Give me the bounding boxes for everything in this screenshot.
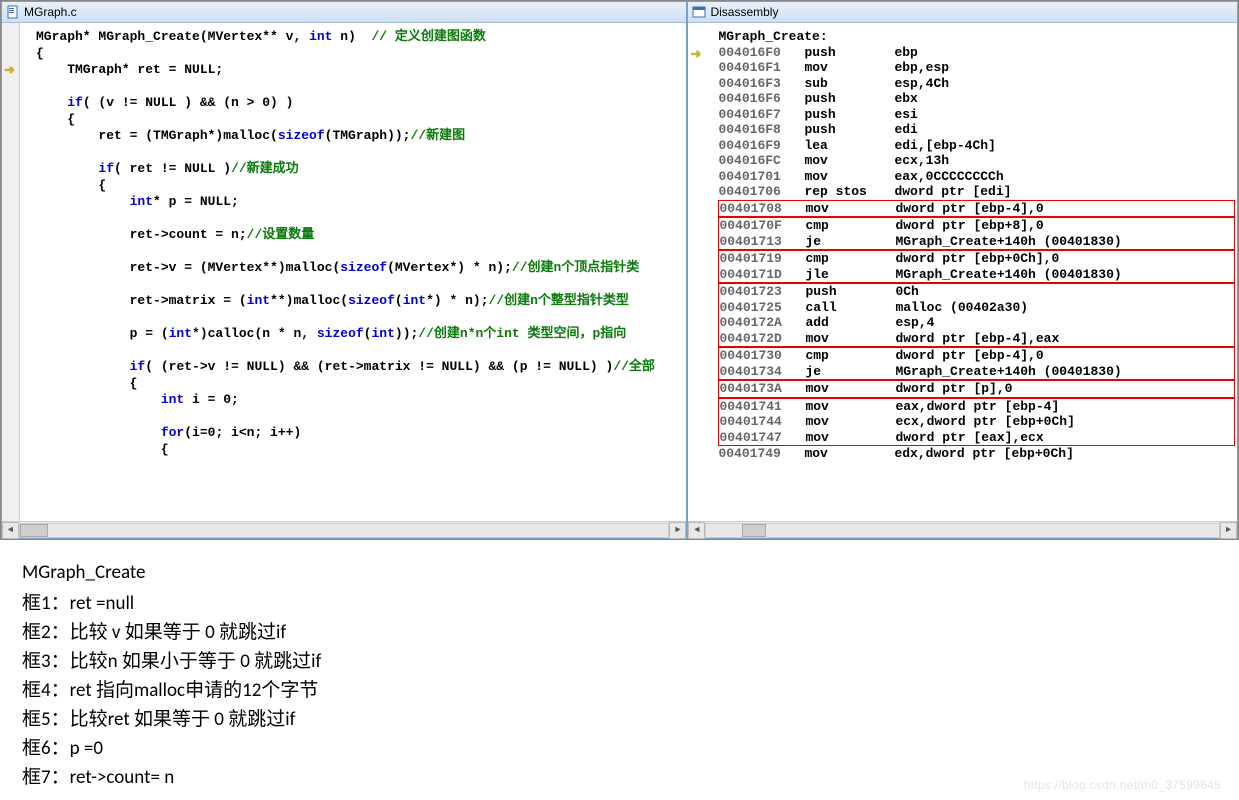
- disassembly-titlebar[interactable]: Disassembly: [688, 2, 1237, 23]
- source-line[interactable]: [36, 211, 684, 228]
- notes-title: MGraph_Create: [22, 558, 1221, 587]
- disasm-row[interactable]: 004016F0pushebp: [718, 45, 1235, 61]
- highlight-box-6: 0040173Amovdword ptr [p],0: [718, 380, 1235, 398]
- disasm-row[interactable]: 00401725callmalloc (00402a30): [719, 300, 1234, 316]
- highlight-box-7: 00401741moveax,dword ptr [ebp-4]00401744…: [718, 398, 1235, 447]
- disasm-row[interactable]: 0040173Amovdword ptr [p],0: [719, 381, 1234, 397]
- source-line[interactable]: MGraph* MGraph_Create(MVertex** v, int n…: [36, 29, 684, 46]
- disasm-row[interactable]: 004016F6pushebx: [718, 91, 1235, 107]
- source-title: MGraph.c: [24, 5, 77, 19]
- source-line[interactable]: {: [36, 442, 684, 459]
- source-line[interactable]: {: [36, 178, 684, 195]
- note-line: 框3：比较n 如果小于等于 0 就跳过if: [22, 647, 1221, 676]
- highlight-box-4: 00401723push0Ch00401725callmalloc (00402…: [718, 283, 1235, 347]
- source-line[interactable]: [36, 277, 684, 294]
- disasm-row[interactable]: 00401723push0Ch: [719, 284, 1234, 300]
- ide-window: MGraph.c MGraph* MGraph_Create(MVertex**…: [0, 0, 1239, 540]
- source-line[interactable]: int* p = NULL;: [36, 194, 684, 211]
- source-line[interactable]: [36, 409, 684, 426]
- disasm-row[interactable]: 00401747movdword ptr [eax],ecx: [719, 430, 1234, 446]
- source-line[interactable]: ret->count = n;//设置数量: [36, 227, 684, 244]
- disasm-row[interactable]: 0040172Aaddesp,4: [719, 315, 1234, 331]
- disassembly-pane: Disassembly MGraph_Create:004016F0pusheb…: [687, 1, 1238, 539]
- source-line[interactable]: TMGraph* ret = NULL;: [36, 62, 684, 79]
- disasm-row[interactable]: 0040172Dmovdword ptr [ebp-4],eax: [719, 331, 1234, 347]
- scroll-left-btn[interactable]: ◄: [2, 522, 19, 539]
- source-line[interactable]: p = (int*)calloc(n * n, sizeof(int));//创…: [36, 326, 684, 343]
- disasm-row[interactable]: 004016F7pushesi: [718, 107, 1235, 123]
- note-line: 框5：比较ret 如果等于 0 就跳过if: [22, 705, 1221, 734]
- source-line[interactable]: [36, 145, 684, 162]
- disasm-row[interactable]: 00401708movdword ptr [ebp-4],0: [719, 201, 1234, 217]
- note-line: 框1：ret =null: [22, 589, 1221, 618]
- highlight-box-3: 00401719cmpdword ptr [ebp+0Ch],00040171D…: [718, 250, 1235, 283]
- scroll-right-btn[interactable]: ►: [669, 522, 686, 539]
- disasm-row[interactable]: 00401730cmpdword ptr [ebp-4],0: [719, 348, 1234, 364]
- disasm-row[interactable]: 00401719cmpdword ptr [ebp+0Ch],0: [719, 251, 1234, 267]
- source-line[interactable]: [36, 343, 684, 360]
- disassembly-icon: [692, 5, 706, 19]
- disasm-row[interactable]: 004016F8pushedi: [718, 122, 1235, 138]
- disasm-row[interactable]: 00401701moveax,0CCCCCCCCh: [718, 169, 1235, 185]
- source-editor[interactable]: MGraph* MGraph_Create(MVertex** v, int n…: [2, 23, 686, 521]
- disasm-row[interactable]: 004016F9leaedi,[ebp-4Ch]: [718, 138, 1235, 154]
- file-icon: [6, 5, 20, 19]
- source-line[interactable]: for(i=0; i<n; i++): [36, 425, 684, 442]
- scroll-left-btn[interactable]: ◄: [688, 522, 705, 539]
- scroll-track[interactable]: [705, 523, 1220, 538]
- highlight-box-2: 0040170Fcmpdword ptr [ebp+8],000401713je…: [718, 217, 1235, 250]
- scroll-right-btn[interactable]: ►: [1220, 522, 1237, 539]
- disasm-row[interactable]: 00401741moveax,dword ptr [ebp-4]: [719, 399, 1234, 415]
- disasm-row[interactable]: 00401713jeMGraph_Create+140h (00401830): [719, 234, 1234, 250]
- scroll-track[interactable]: [19, 523, 669, 538]
- source-hscrollbar[interactable]: ◄ ►: [2, 521, 686, 538]
- disasm-row[interactable]: 004016FCmovecx,13h: [718, 153, 1235, 169]
- watermark: https://blog.csdn.net/m0_37599645: [1024, 778, 1221, 792]
- scroll-thumb[interactable]: [20, 524, 48, 537]
- disasm-row[interactable]: 00401734jeMGraph_Create+140h (00401830): [719, 364, 1234, 380]
- source-line[interactable]: ret = (TMGraph*)malloc(sizeof(TMGraph));…: [36, 128, 684, 145]
- source-pane: MGraph.c MGraph* MGraph_Create(MVertex**…: [1, 1, 687, 539]
- source-line[interactable]: if( (ret->v != NULL) && (ret->matrix != …: [36, 359, 684, 376]
- source-line[interactable]: [36, 244, 684, 261]
- disassembly-view[interactable]: MGraph_Create:004016F0pushebp004016F1mov…: [688, 23, 1237, 521]
- disasm-row[interactable]: 00401706rep stosdword ptr [edi]: [718, 184, 1235, 200]
- source-line[interactable]: ret->v = (MVertex**)malloc(sizeof(MVerte…: [36, 260, 684, 277]
- disasm-row[interactable]: 0040171DjleMGraph_Create+140h (00401830): [719, 267, 1234, 283]
- disasm-row[interactable]: 0040170Fcmpdword ptr [ebp+8],0: [719, 218, 1234, 234]
- note-line: 框4：ret 指向malloc申请的12个字节: [22, 676, 1221, 705]
- source-titlebar[interactable]: MGraph.c: [2, 2, 686, 23]
- note-line: 框2：比较 v 如果等于 0 就跳过if: [22, 618, 1221, 647]
- source-line[interactable]: {: [36, 376, 684, 393]
- disassembly-title: Disassembly: [710, 5, 778, 19]
- source-line[interactable]: if( (v != NULL ) && (n > 0) ): [36, 95, 684, 112]
- source-line[interactable]: [36, 310, 684, 327]
- source-line[interactable]: {: [36, 46, 684, 63]
- disasm-hscrollbar[interactable]: ◄ ►: [688, 521, 1237, 538]
- source-line[interactable]: {: [36, 112, 684, 129]
- disasm-row[interactable]: 004016F1movebp,esp: [718, 60, 1235, 76]
- note-line: 框6：p =0: [22, 734, 1221, 763]
- scroll-thumb[interactable]: [742, 524, 766, 537]
- highlight-box-1: 00401708movdword ptr [ebp-4],0: [718, 200, 1235, 218]
- disasm-header: MGraph_Create:: [718, 29, 1235, 45]
- disasm-row[interactable]: 00401744movecx,dword ptr [ebp+0Ch]: [719, 414, 1234, 430]
- source-line[interactable]: [36, 79, 684, 96]
- source-line[interactable]: int i = 0;: [36, 392, 684, 409]
- source-line[interactable]: if( ret != NULL )//新建成功: [36, 161, 684, 178]
- disasm-row[interactable]: 00401749movedx,dword ptr [ebp+0Ch]: [718, 446, 1235, 462]
- highlight-box-5: 00401730cmpdword ptr [ebp-4],000401734je…: [718, 347, 1235, 380]
- notes-block: MGraph_Create 框1：ret =null框2：比较 v 如果等于 0…: [0, 540, 1239, 800]
- source-line[interactable]: ret->matrix = (int**)malloc(sizeof(int*)…: [36, 293, 684, 310]
- disasm-row[interactable]: 004016F3subesp,4Ch: [718, 76, 1235, 92]
